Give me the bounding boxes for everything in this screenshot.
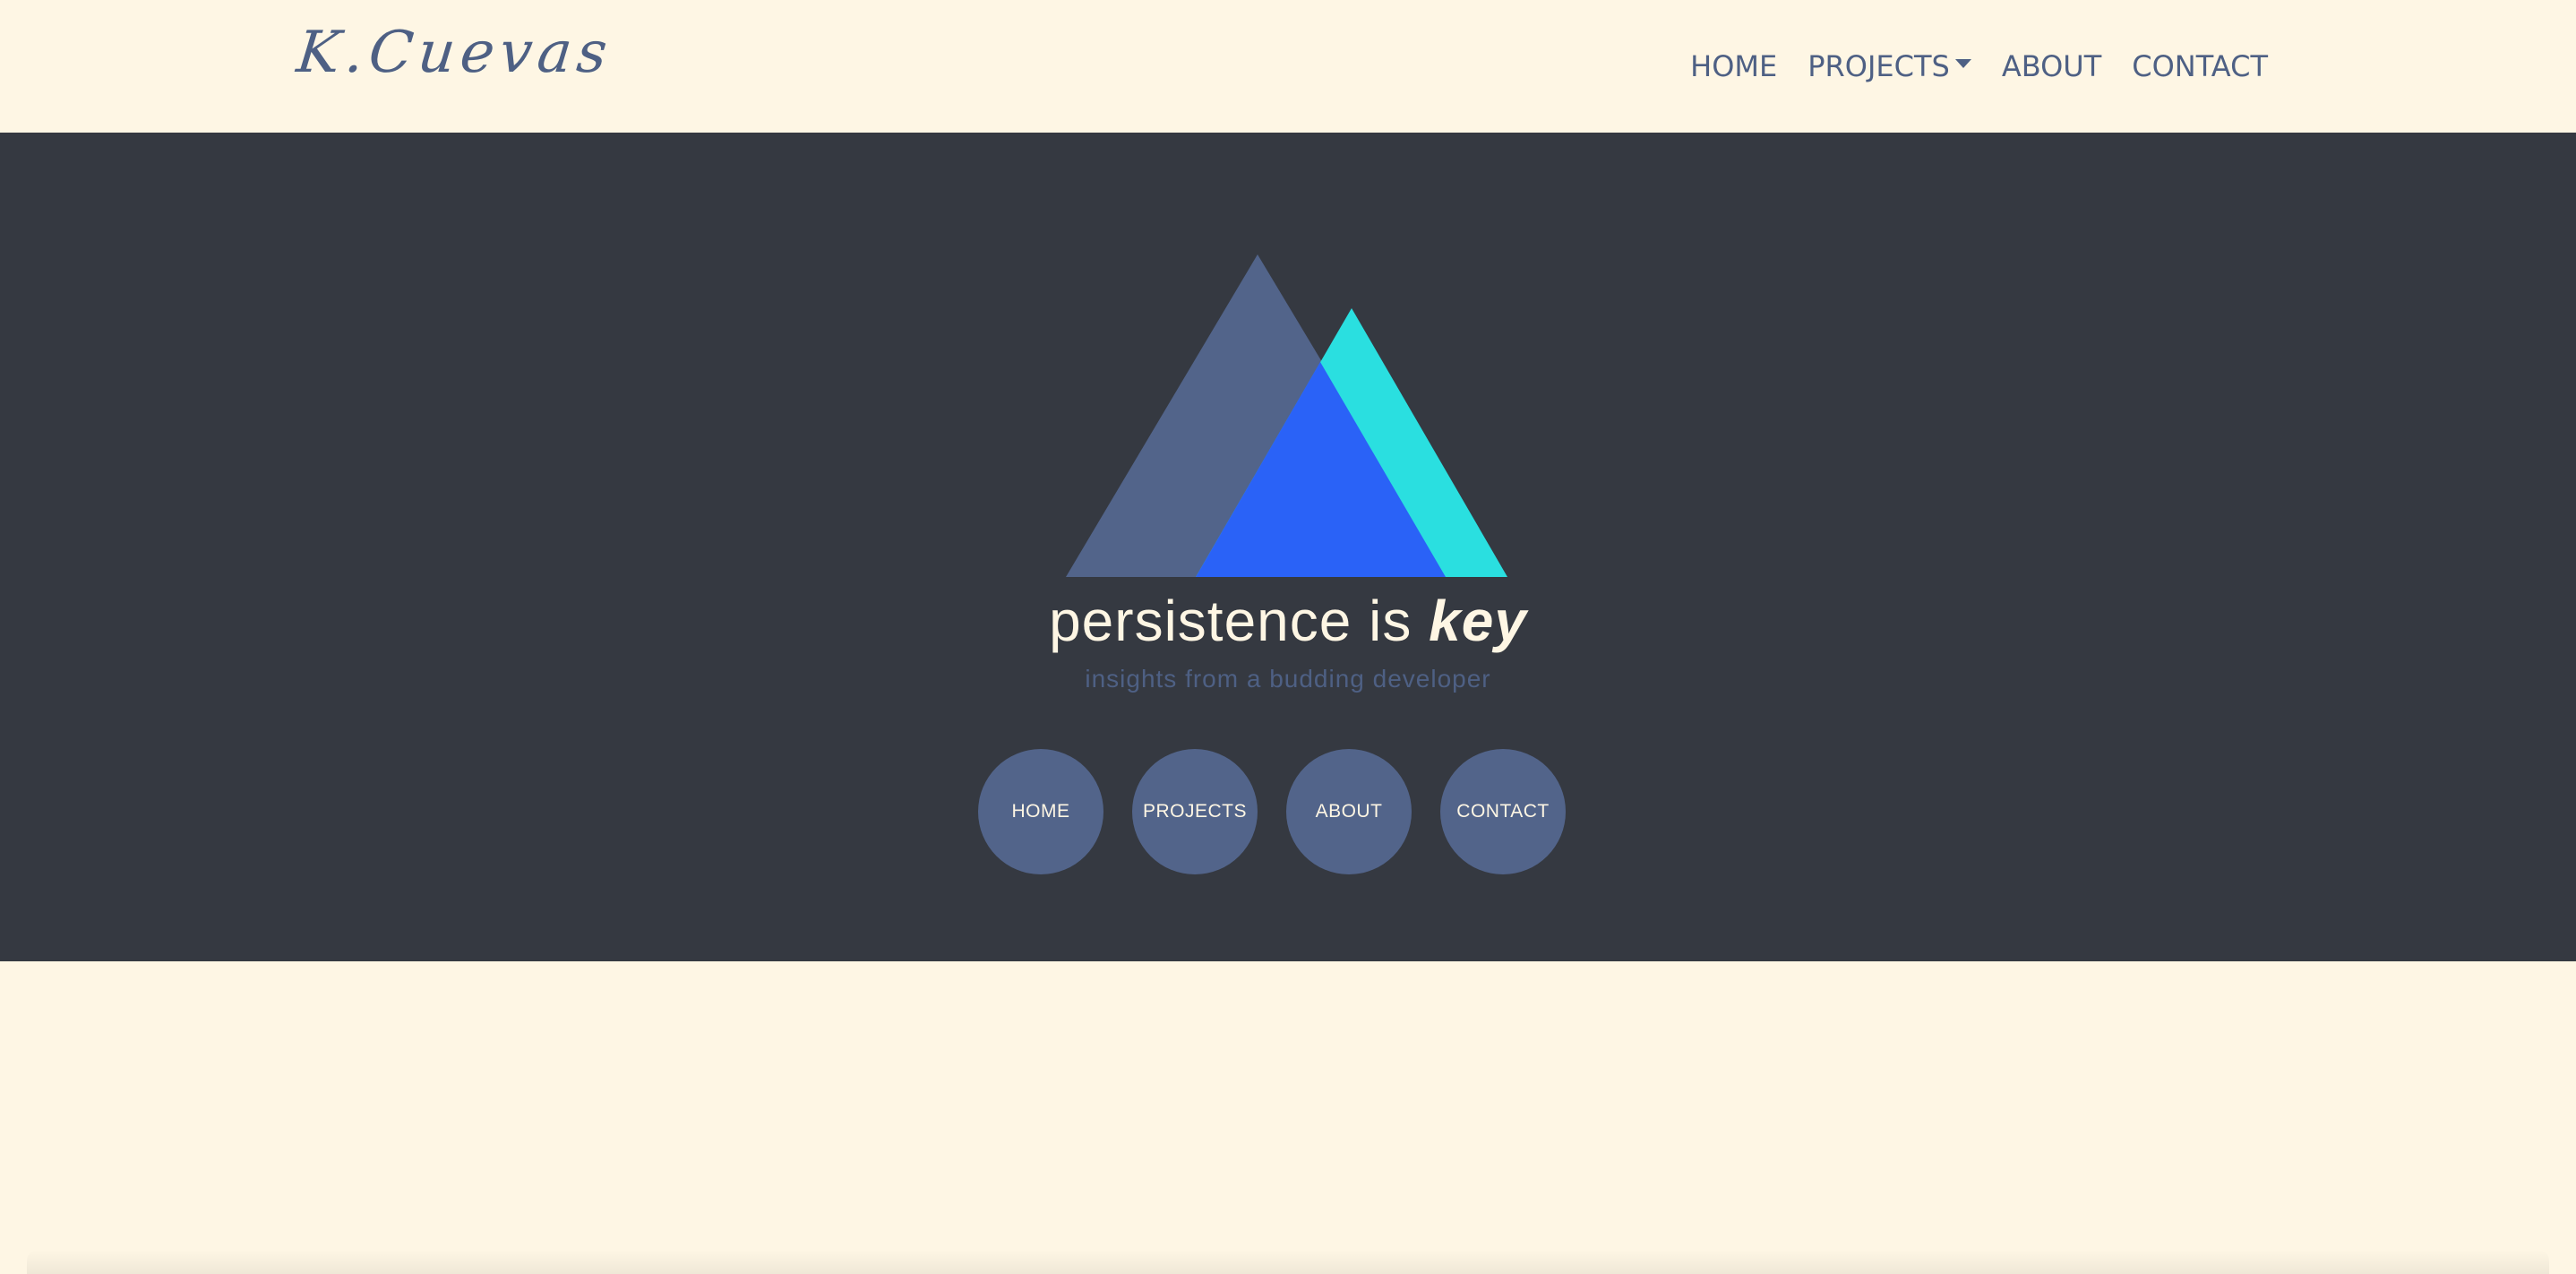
hero-tagline: persistence is key [0, 588, 2576, 654]
circle-button-about[interactable]: ABOUT [1286, 749, 1412, 874]
circle-button-projects[interactable]: PROJECTS [1132, 749, 1258, 874]
hero-subtitle: insights from a budding developer [1085, 665, 1491, 693]
nav-link-about-label: ABOUT [2001, 49, 2102, 83]
tagline-emphasis: key [1429, 589, 1527, 653]
brand-logo[interactable]: K.Cuevas [294, 20, 615, 86]
circle-button-contact[interactable]: CONTACT [1440, 749, 1566, 874]
main-nav: HOME PROJECTS ABOUT CONTACT [1660, 47, 2268, 86]
nav-link-contact-label: CONTACT [2132, 49, 2268, 83]
circle-button-home-label: HOME [1011, 801, 1070, 822]
nav-link-home-label: HOME [1690, 49, 1778, 83]
mountain-logo-icon [1066, 254, 1507, 577]
nav-link-projects-label: PROJECTS [1807, 49, 1950, 83]
circle-nav: HOME PROJECTS ABOUT CONTACT [978, 749, 1594, 874]
circle-button-home[interactable]: HOME [978, 749, 1103, 874]
circle-button-projects-label: PROJECTS [1142, 801, 1247, 822]
nav-link-home[interactable]: HOME [1690, 47, 1777, 86]
hero-section: persistence is key insights from a buddi… [0, 133, 2576, 961]
tagline-text: persistence is [1049, 589, 1430, 653]
nav-link-about[interactable]: ABOUT [2002, 47, 2101, 86]
circle-button-contact-label: CONTACT [1456, 801, 1550, 822]
caret-down-icon [1954, 59, 1971, 68]
content-card-edge [27, 1250, 2549, 1274]
nav-link-projects-dropdown[interactable]: PROJECTS [1807, 47, 1971, 86]
circle-button-about-label: ABOUT [1315, 801, 1383, 822]
top-navbar: K.Cuevas HOME PROJECTS ABOUT CONTACT [0, 0, 2576, 133]
nav-link-contact[interactable]: CONTACT [2132, 47, 2268, 86]
